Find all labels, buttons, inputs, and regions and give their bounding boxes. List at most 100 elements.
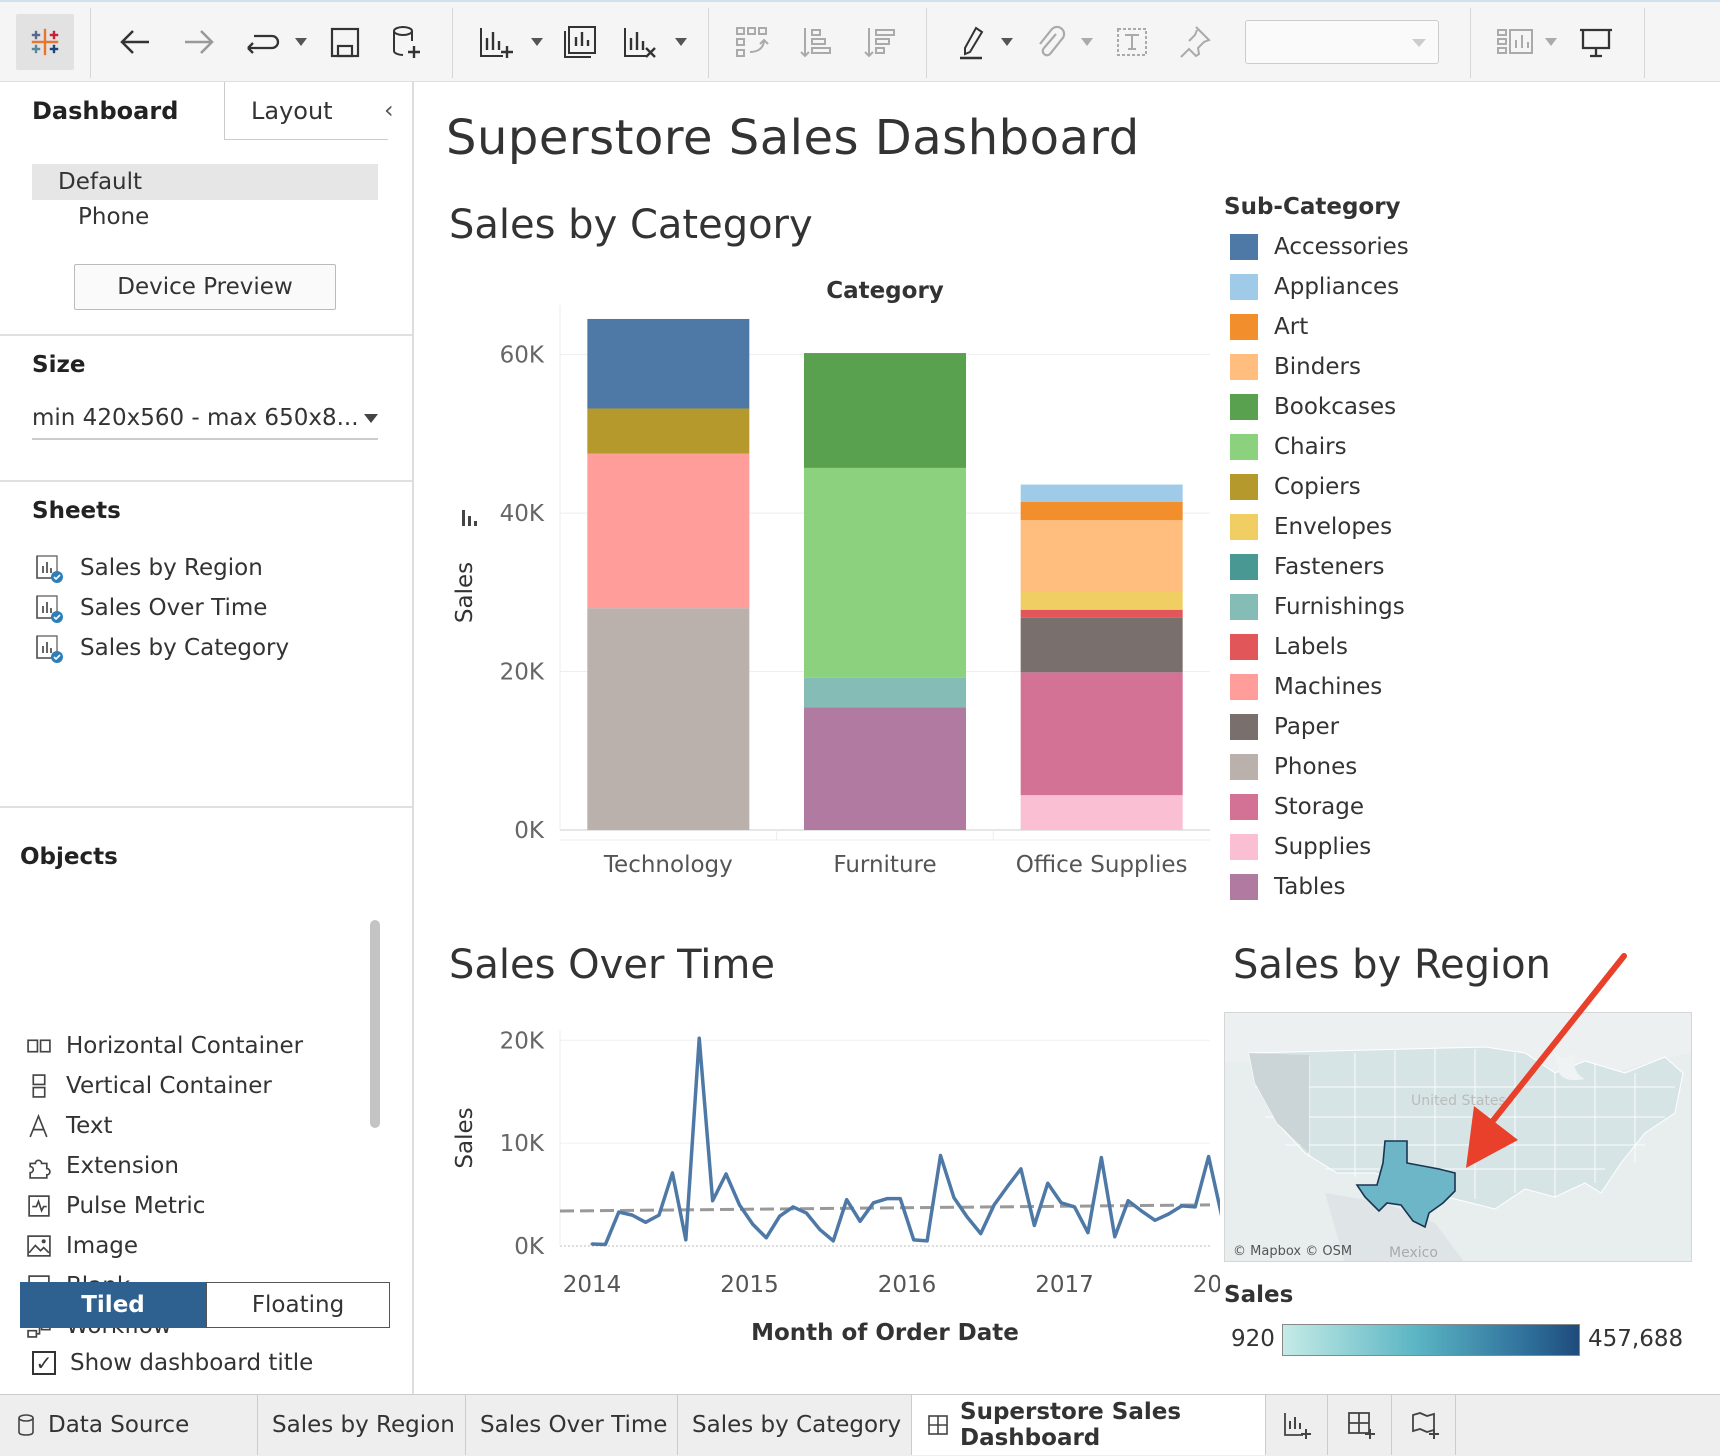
y-axis-label: Sales [452, 1107, 478, 1168]
device-preview-button[interactable]: Device Preview [74, 264, 336, 310]
object-item-image[interactable]: Image [26, 1228, 138, 1264]
legend-item-supplies[interactable]: Supplies [1230, 832, 1371, 862]
object-item-vertical-container[interactable]: Vertical Container [26, 1068, 272, 1104]
legend-swatch [1230, 714, 1258, 740]
legend-item-paper[interactable]: Paper [1230, 712, 1339, 742]
sort-ascending-icon[interactable] [794, 16, 838, 68]
highlight-icon[interactable] [950, 16, 994, 68]
legend-item-fasteners[interactable]: Fasteners [1230, 552, 1385, 582]
clear-sheet-dropdown-icon[interactable] [672, 16, 690, 68]
x-tick-label: 2017 [1035, 1272, 1094, 1298]
sort-descending-icon[interactable] [858, 16, 902, 68]
presentation-icon[interactable] [1574, 16, 1618, 68]
sheet-item-sales-over-time[interactable]: Sales Over Time [34, 590, 267, 626]
sheet-item-sales-by-region[interactable]: Sales by Region [34, 550, 263, 586]
legend-item-furnishings[interactable]: Furnishings [1230, 592, 1405, 622]
new-story-tab-icon[interactable] [1394, 1395, 1456, 1455]
legend-item-bookcases[interactable]: Bookcases [1230, 392, 1396, 422]
extension-icon [26, 1153, 66, 1179]
floating-button[interactable]: Floating [206, 1282, 390, 1328]
back-icon[interactable] [113, 16, 157, 68]
data-point [684, 1238, 688, 1242]
tab-data-source[interactable]: Data Source [0, 1395, 258, 1455]
show-me-dropdown-icon[interactable] [1542, 16, 1560, 68]
object-item-text[interactable]: Text [26, 1108, 113, 1144]
save-icon[interactable] [322, 16, 366, 68]
legend-item-envelopes[interactable]: Envelopes [1230, 512, 1392, 542]
attach-icon[interactable] [1028, 16, 1072, 68]
redo-dropdown-icon[interactable] [292, 16, 310, 68]
forward-icon[interactable] [177, 16, 221, 68]
show-me-icon[interactable] [1492, 16, 1536, 68]
duplicate-sheet-icon[interactable] [558, 16, 602, 68]
object-item-label: Vertical Container [66, 1073, 272, 1099]
tab-sales-by-region[interactable]: Sales by Region [258, 1395, 466, 1455]
tab-superstore-sales-dashboard[interactable]: Superstore Sales Dashboard [912, 1395, 1266, 1455]
swap-icon[interactable] [730, 16, 774, 68]
pin-icon[interactable] [1172, 16, 1216, 68]
checkbox-checked-icon[interactable]: ✓ [32, 1351, 56, 1375]
object-item-pulse-metric[interactable]: Pulse Metric [26, 1188, 205, 1224]
legend-label: Furnishings [1274, 594, 1405, 620]
new-worksheet-icon[interactable] [474, 16, 518, 68]
worksheet-icon [34, 593, 80, 623]
legend-item-machines[interactable]: Machines [1230, 672, 1382, 702]
text-box-icon[interactable] [1110, 16, 1154, 68]
objects-scrollbar-thumb[interactable] [370, 920, 380, 1128]
new-data-source-icon[interactable] [384, 16, 428, 68]
legend-item-binders[interactable]: Binders [1230, 352, 1361, 382]
size-select[interactable]: min 420x560 - max 650x8... [32, 398, 378, 440]
sheet-item-label: Sales Over Time [80, 595, 268, 621]
x-tick-label: 2014 [563, 1272, 622, 1298]
legend-item-storage[interactable]: Storage [1230, 792, 1364, 822]
collapse-panel-icon[interactable]: ‹ [384, 96, 394, 124]
legend-item-accessories[interactable]: Accessories [1230, 232, 1409, 262]
data-point [992, 1203, 996, 1207]
legend-item-copiers[interactable]: Copiers [1230, 472, 1361, 502]
y-tick-label: 60K [500, 343, 545, 369]
legend-item-art[interactable]: Art [1230, 312, 1308, 342]
legend-item-phones[interactable]: Phones [1230, 752, 1357, 782]
pulse-metric-icon [26, 1193, 66, 1219]
x-tick-label: 2015 [720, 1272, 779, 1298]
y-axis-label: Sales [452, 562, 478, 623]
show-dashboard-title-checkbox[interactable]: ✓ Show dashboard title [32, 1350, 313, 1376]
legend-label: Envelopes [1274, 514, 1393, 540]
category-header: Category [826, 278, 944, 304]
new-worksheet-tab-icon[interactable] [1266, 1395, 1328, 1455]
tab-layout[interactable]: Layout [224, 82, 388, 140]
tab-sales-over-time[interactable]: Sales Over Time [466, 1395, 678, 1455]
legend-swatch [1230, 794, 1258, 820]
object-item-label: Extension [66, 1153, 179, 1179]
tab-dashboard[interactable]: Dashboard [0, 82, 256, 140]
tab-sales-by-category[interactable]: Sales by Category [678, 1395, 912, 1455]
data-point [1207, 1155, 1211, 1159]
highlight-dropdown-icon[interactable] [998, 16, 1016, 68]
legend-item-appliances[interactable]: Appliances [1230, 272, 1399, 302]
tableau-logo-icon[interactable] [16, 14, 74, 70]
object-item-extension[interactable]: Extension [26, 1148, 179, 1184]
clear-sheet-icon[interactable] [618, 16, 662, 68]
legend-swatch [1230, 754, 1258, 780]
sales-legend-max: 457,688 [1588, 1326, 1684, 1352]
object-item-horizontal-container[interactable]: Horizontal Container [26, 1028, 303, 1064]
data-point [1059, 1201, 1063, 1205]
redo-icon[interactable] [238, 16, 282, 68]
object-item-label: Pulse Metric [66, 1193, 206, 1219]
bar-segment-furnishings [804, 677, 966, 708]
attach-dropdown-icon[interactable] [1078, 16, 1096, 68]
new-worksheet-dropdown-icon[interactable] [528, 16, 546, 68]
legend-item-labels[interactable]: Labels [1230, 632, 1348, 662]
y-tick-label: 0K [514, 1234, 545, 1260]
new-dashboard-tab-icon[interactable] [1330, 1395, 1392, 1455]
data-point [1099, 1156, 1103, 1160]
toolbar [0, 0, 1720, 82]
sheet-item-sales-by-category[interactable]: Sales by Category [34, 630, 289, 666]
legend-item-tables[interactable]: Tables [1230, 872, 1345, 902]
device-phone[interactable]: Phone [78, 204, 149, 230]
fit-dropdown[interactable] [1245, 20, 1439, 64]
device-default[interactable]: Default [32, 164, 378, 200]
tiled-button[interactable]: Tiled [20, 1282, 206, 1328]
sheet-item-label: Sales by Region [80, 555, 263, 581]
legend-item-chairs[interactable]: Chairs [1230, 432, 1347, 462]
